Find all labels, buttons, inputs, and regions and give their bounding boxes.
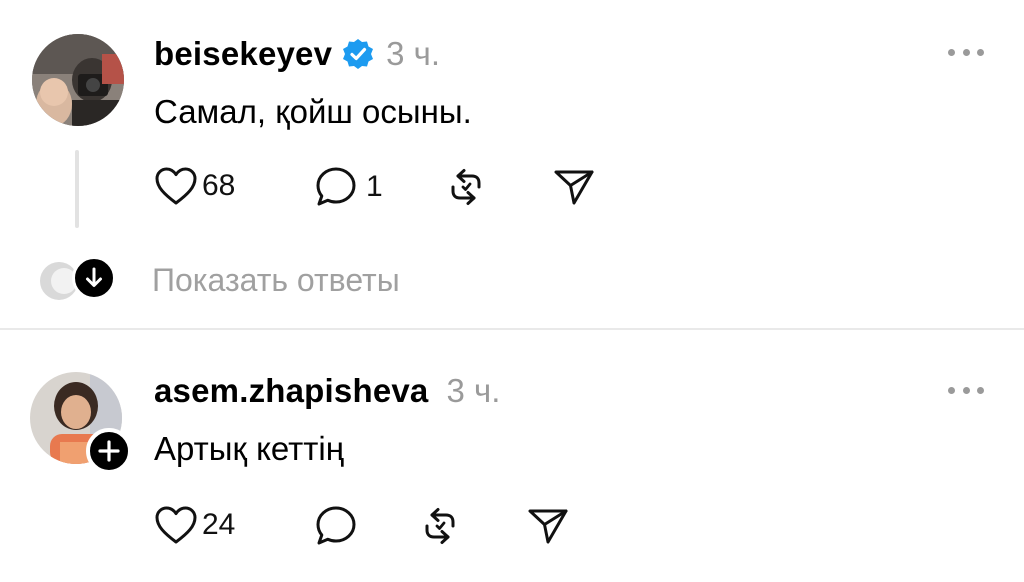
post-username[interactable]: beisekeyev bbox=[154, 35, 332, 73]
post-divider bbox=[0, 328, 1024, 330]
avatar-beisekeyev[interactable] bbox=[32, 34, 124, 126]
comment-icon bbox=[316, 167, 356, 206]
repost-icon bbox=[425, 508, 455, 544]
like-count: 68 bbox=[202, 169, 236, 202]
post-text: Артық кеттің bbox=[154, 430, 344, 467]
more-options-icon[interactable] bbox=[948, 47, 984, 57]
post-username[interactable]: asem.zhapisheva bbox=[154, 372, 428, 410]
send-icon bbox=[554, 170, 594, 205]
comment-button[interactable]: 1 bbox=[314, 166, 383, 208]
arrow-down-circle-icon bbox=[72, 256, 116, 300]
repost-button[interactable] bbox=[444, 166, 488, 208]
comment-icon bbox=[316, 506, 356, 545]
post-time: 3 ч. bbox=[386, 35, 441, 72]
share-button[interactable] bbox=[526, 505, 570, 547]
post-time: 3 ч. bbox=[446, 372, 501, 409]
share-button[interactable] bbox=[552, 166, 596, 208]
show-replies-button[interactable]: Показать ответы bbox=[152, 262, 400, 299]
avatar-photo bbox=[32, 34, 124, 126]
replies-avatars[interactable] bbox=[36, 256, 116, 302]
like-button[interactable]: 24 bbox=[154, 505, 235, 545]
comment-count: 1 bbox=[366, 170, 383, 203]
more-options-icon[interactable] bbox=[948, 385, 984, 395]
comment-button[interactable] bbox=[314, 505, 358, 547]
repost-icon bbox=[451, 169, 481, 205]
thread-line bbox=[75, 150, 79, 228]
post-text: Самал, қойш осыны. bbox=[154, 93, 472, 130]
repost-button[interactable] bbox=[418, 505, 462, 547]
like-count: 24 bbox=[202, 508, 236, 541]
verified-badge-icon bbox=[342, 38, 374, 70]
follow-plus-icon[interactable] bbox=[86, 428, 132, 474]
heart-icon bbox=[155, 167, 197, 205]
like-button[interactable]: 68 bbox=[154, 166, 235, 206]
heart-icon bbox=[155, 506, 197, 544]
send-icon bbox=[528, 509, 568, 544]
